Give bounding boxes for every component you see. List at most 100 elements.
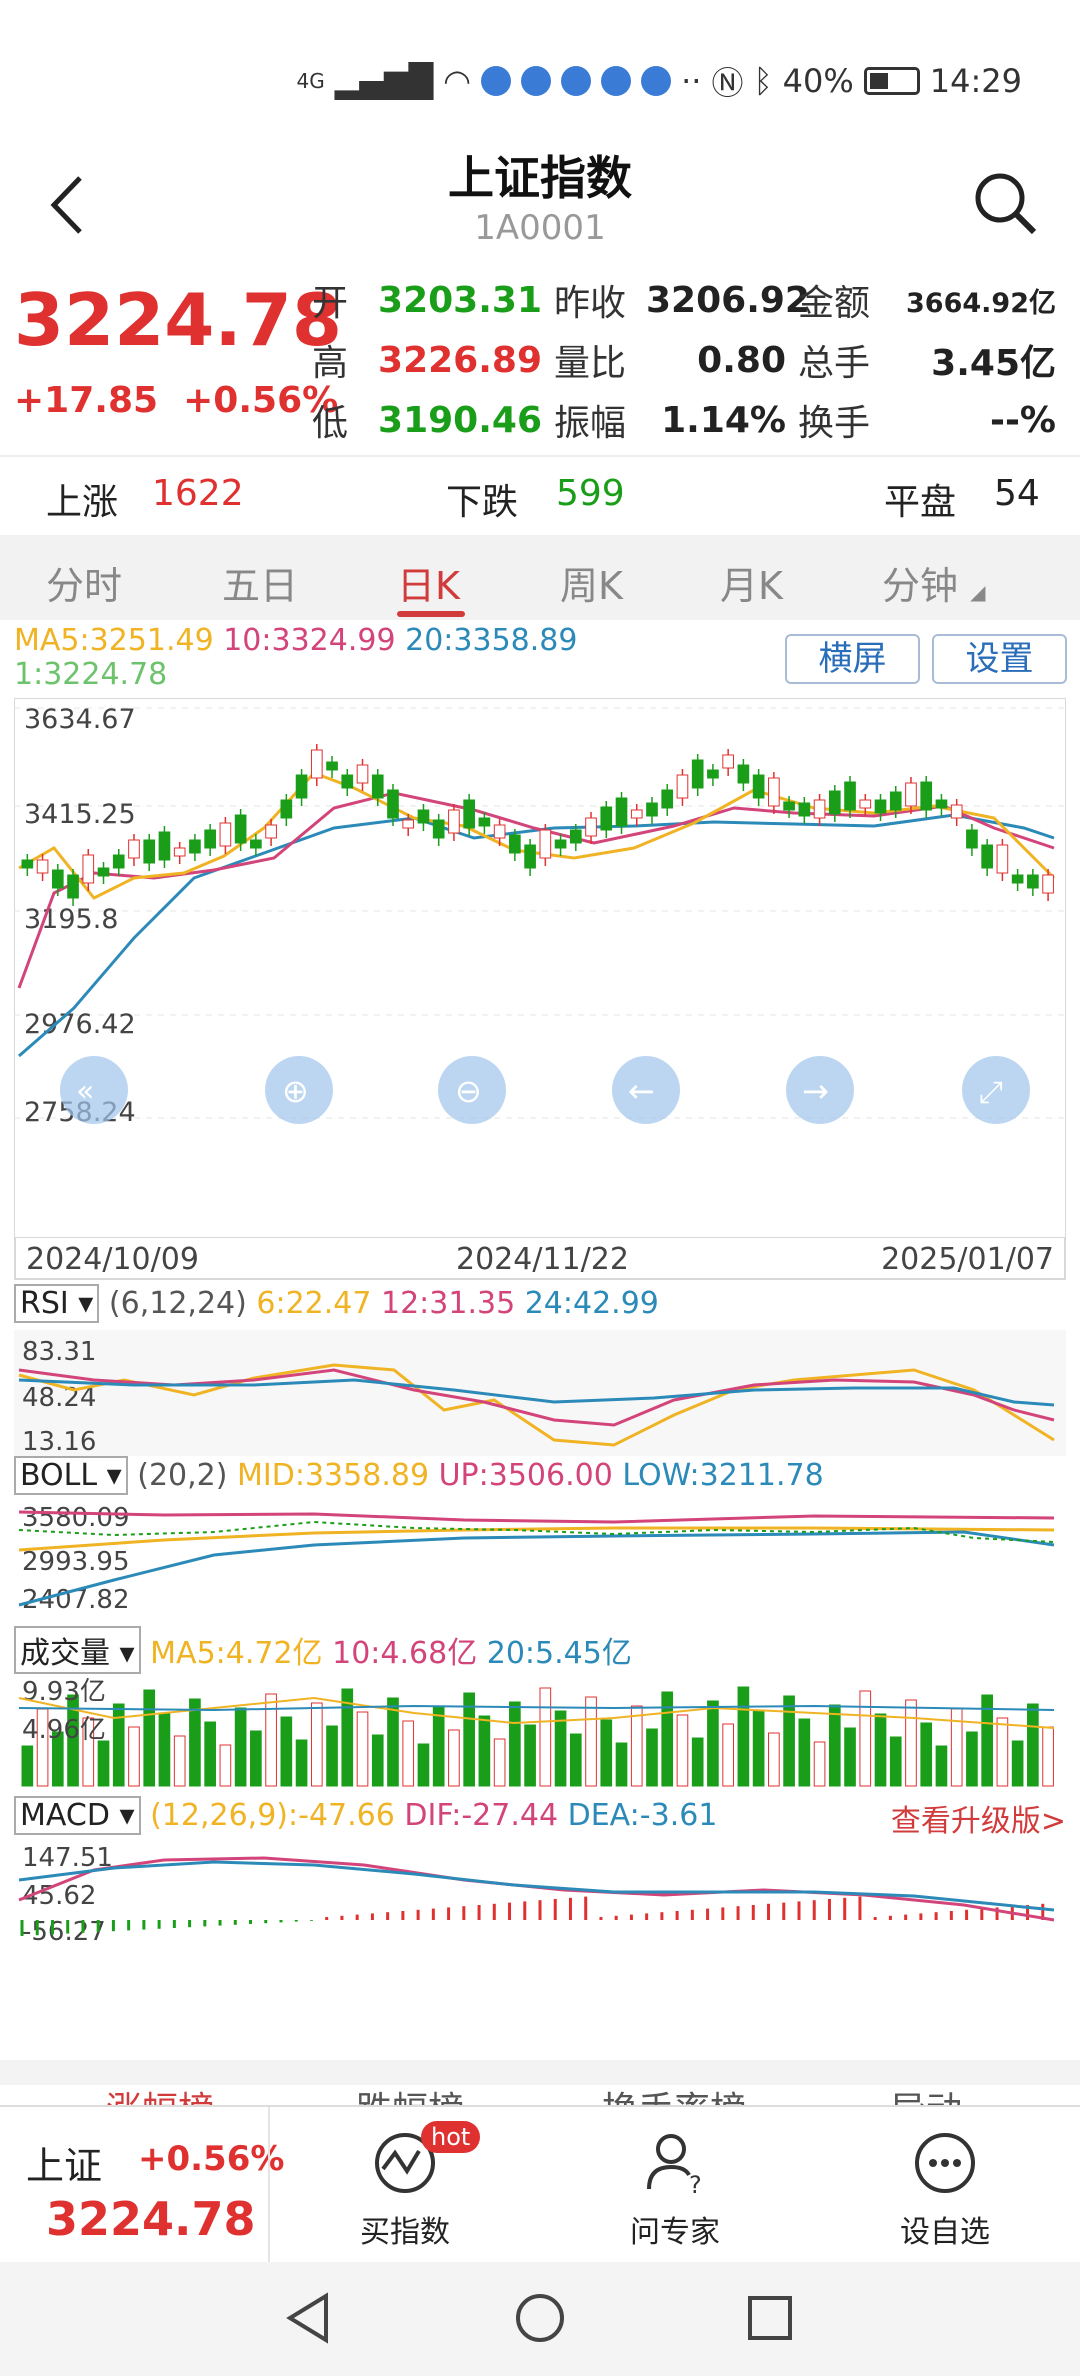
macd-legend: MACD ▾ (12,26,9):-47.66 DIF:-27.44 DEA:-… <box>14 1796 717 1835</box>
candlestick <box>798 802 811 817</box>
active-tab-indicator <box>397 611 465 617</box>
candlestick <box>371 774 384 799</box>
volume-bar <box>859 1690 872 1787</box>
volume-bar <box>768 1732 780 1787</box>
tab-turnover[interactable]: 换手率榜 <box>602 2085 746 2107</box>
volume-bar <box>783 1695 795 1787</box>
volume-bar <box>128 1726 140 1787</box>
add-watchlist-button[interactable]: 设自选 <box>860 2127 1030 2251</box>
candlestick <box>219 822 232 847</box>
boll-dropdown[interactable]: BOLL ▾ <box>14 1456 128 1495</box>
page-title: 上证指数 <box>448 151 632 205</box>
volume-bar <box>310 1702 323 1787</box>
nav-home-icon[interactable] <box>512 2290 568 2346</box>
candlestick <box>707 769 719 779</box>
volume-dropdown[interactable]: 成交量 ▾ <box>14 1626 141 1674</box>
bluetooth-icon: ᛒ <box>753 62 773 100</box>
battery-percent: 40% <box>782 62 854 100</box>
app-notification-icon <box>601 66 632 96</box>
tab-movers[interactable]: 异动 <box>890 2085 962 2107</box>
candlestick <box>36 859 49 874</box>
down-count: 599 <box>556 473 625 514</box>
boll-tick: 3580.09 <box>22 1503 130 1533</box>
candlestick <box>859 799 872 809</box>
candlestick <box>234 814 247 844</box>
candlestick <box>173 847 186 857</box>
vol-ma5-line <box>18 1696 1055 1729</box>
total-volume-label: 总手 <box>798 343 871 384</box>
candlestick <box>128 839 140 859</box>
candlestick <box>356 764 369 784</box>
status-bar: 4G ▂▄▆█ ◠ ·· Ⓝ ᛒ 40% 14:29 <box>0 0 1080 150</box>
candlestick <box>417 809 430 824</box>
quote-panel: 3224.78 +17.85 +0.56% 开 3203.31 昨收 3206.… <box>0 270 1080 450</box>
tab-five-day[interactable]: 五日 <box>222 555 298 610</box>
tab-intraday[interactable]: 分时 <box>46 555 122 610</box>
volume-bar <box>600 1719 613 1787</box>
candlestick <box>189 839 201 854</box>
index-name: 上证 <box>26 2144 103 2188</box>
amount-label: 金额 <box>798 283 871 324</box>
volume-bar <box>1042 1726 1054 1787</box>
volume-bar <box>1027 1703 1039 1787</box>
candlestick <box>250 839 262 849</box>
tab-daily-k[interactable]: 日K <box>397 555 460 610</box>
chart-area: MA5:3251.49 10:3324.99 20:3358.89 1:3224… <box>0 620 1080 2085</box>
buy-index-button[interactable]: hot 买指数 <box>320 2121 490 2251</box>
period-tabs: 分时 五日 日K 周K 月K 分钟 ◢ <box>0 535 1080 620</box>
y-tick: 3195.8 <box>24 904 118 935</box>
nav-recents-icon[interactable] <box>744 2292 796 2344</box>
candlestick <box>722 754 734 769</box>
settings-button[interactable]: 设置 <box>932 634 1067 684</box>
app-notification-icon <box>521 66 552 96</box>
more-dots-icon <box>915 2133 975 2193</box>
volume-bar <box>173 1735 186 1787</box>
total-volume-value: 3.45亿 <box>931 343 1056 384</box>
candlestick <box>310 749 323 779</box>
volume-bar <box>691 1737 704 1787</box>
ma20-value: 20:3358.89 <box>405 623 578 658</box>
upgrade-link[interactable]: 查看升级版> <box>891 1796 1066 1840</box>
candlestick <box>524 844 536 869</box>
volume-bar <box>615 1742 628 1787</box>
volume-bar <box>189 1698 201 1787</box>
candlestick <box>585 817 597 837</box>
candlestick <box>82 854 95 884</box>
y-tick: 3634.67 <box>24 704 136 735</box>
candlestick <box>432 819 445 839</box>
volume-bar <box>509 1701 521 1787</box>
candlestick <box>950 804 963 819</box>
tab-losers[interactable]: 跌幅榜 <box>356 2085 464 2107</box>
volume-bar <box>889 1736 902 1787</box>
volume-chart: 9.93亿 4.96亿 <box>18 1677 1055 1787</box>
candlestick <box>97 867 110 877</box>
landscape-button[interactable]: 横屏 <box>785 634 920 684</box>
tab-gainers[interactable]: 涨幅榜 <box>106 2085 214 2107</box>
rsi-dropdown[interactable]: RSI ▾ <box>14 1284 100 1323</box>
candlestick <box>67 874 79 899</box>
ask-expert-button[interactable]: ? 问专家 <box>590 2127 760 2251</box>
volume-bar <box>219 1744 232 1787</box>
last-price-value: 1:3224.78 <box>14 657 168 692</box>
app-notification-icon <box>481 66 512 96</box>
turnover-value: --% <box>990 399 1056 441</box>
volume-ratio-label: 量比 <box>554 343 627 384</box>
candlestick <box>661 789 674 809</box>
tab-weekly-k[interactable]: 周K <box>560 555 623 610</box>
candlestick <box>1011 874 1024 884</box>
volume-bar <box>798 1718 811 1787</box>
tab-minute[interactable]: 分钟 ◢ <box>882 555 986 610</box>
volume-bar <box>539 1687 552 1787</box>
volume-bar <box>676 1714 689 1787</box>
boll-upper-line <box>18 1510 1055 1524</box>
macd-dropdown[interactable]: MACD ▾ <box>14 1796 141 1835</box>
header: 上证指数 1A0001 <box>0 130 1080 260</box>
volume-bar <box>158 1712 171 1787</box>
search-icon[interactable] <box>972 170 1038 236</box>
nav-back-icon[interactable] <box>282 2290 334 2346</box>
volume-tick: 4.96亿 <box>22 1715 106 1745</box>
tab-monthly-k[interactable]: 月K <box>720 555 783 610</box>
volume-bar <box>97 1740 110 1787</box>
kline-chart[interactable]: 3634.67 3415.25 3195.8 2976.42 2758.24 «… <box>14 698 1066 1238</box>
candlestick <box>935 799 948 809</box>
